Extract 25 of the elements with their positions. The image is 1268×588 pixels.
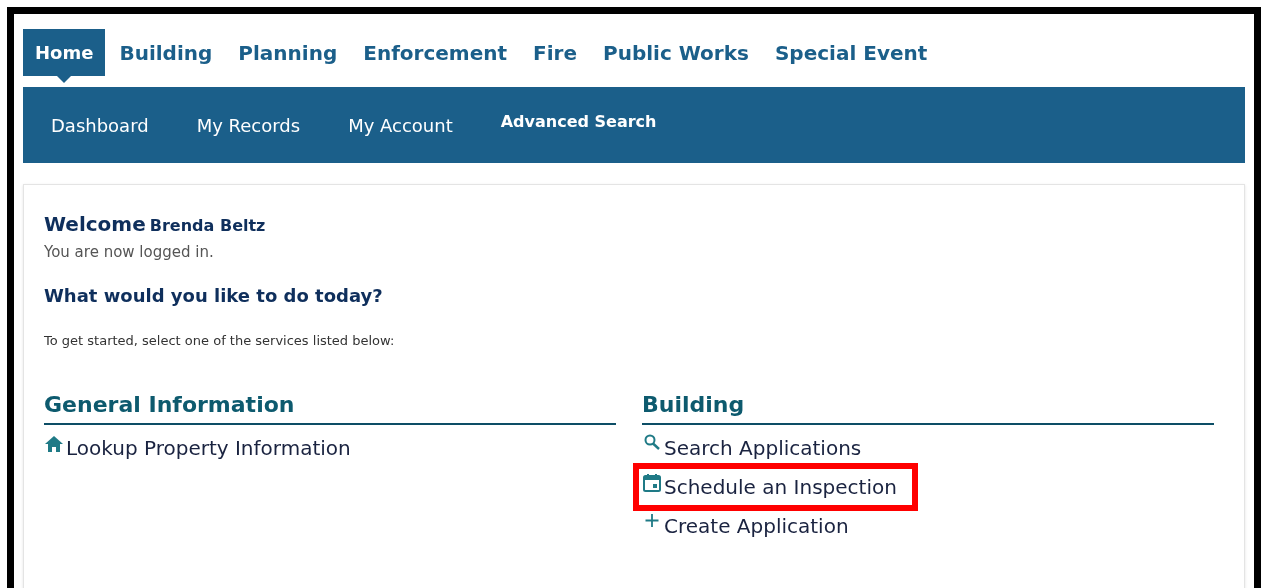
- calendar-icon: [642, 473, 662, 493]
- section-heading: Building: [642, 388, 1214, 425]
- service-link[interactable]: Schedule an Inspection: [642, 472, 909, 502]
- sub-nav-link[interactable]: My Records: [186, 111, 311, 139]
- nav-tab[interactable]: Fire: [521, 29, 589, 76]
- instructions-text: To get started, select one of the services listed below:: [44, 331, 396, 350]
- welcome-title: Welcome: [44, 211, 146, 238]
- search-icon: [642, 434, 662, 452]
- nav-tab[interactable]: Enforcement: [351, 29, 520, 76]
- section-heading: General Information: [44, 388, 616, 425]
- nav-tab[interactable]: Public Works: [591, 29, 761, 76]
- nav-tab[interactable]: Building: [107, 29, 225, 76]
- home-icon: [44, 435, 64, 453]
- question-heading: What would you like to do today?: [44, 283, 384, 308]
- sub-nav-link[interactable]: Dashboard: [41, 111, 159, 139]
- nav-tab[interactable]: Home: [23, 29, 106, 76]
- login-status: You are now logged in.: [44, 242, 215, 263]
- service-link[interactable]: Lookup Property Information: [44, 433, 351, 463]
- service-link[interactable]: Create Application: [642, 511, 849, 541]
- user-name: Brenda Beltz: [149, 215, 266, 237]
- nav-tab[interactable]: Special Event: [762, 29, 940, 76]
- nav-tab[interactable]: Planning: [226, 29, 350, 76]
- sub-nav-link[interactable]: Advanced Search: [490, 110, 667, 134]
- service-link[interactable]: Search Applications: [642, 433, 862, 463]
- sub-nav-link[interactable]: My Account: [338, 111, 463, 139]
